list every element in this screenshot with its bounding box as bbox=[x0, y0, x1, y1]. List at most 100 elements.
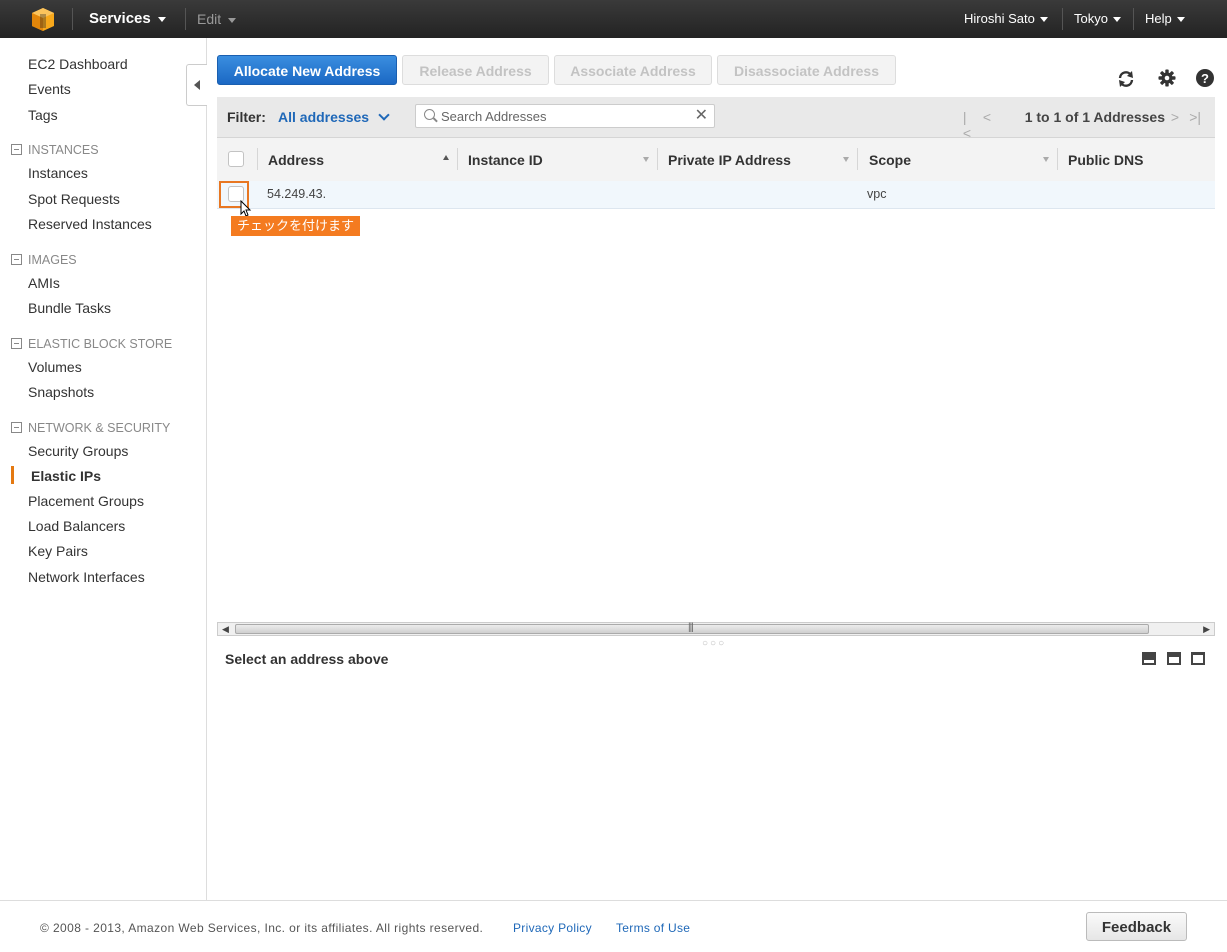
search-input[interactable] bbox=[441, 107, 691, 125]
release-address-button[interactable]: Release Address bbox=[402, 55, 549, 85]
scroll-left-icon[interactable]: ◀ bbox=[222, 623, 229, 635]
pane-resize-handle[interactable]: ○○○ bbox=[702, 638, 726, 649]
footer: © 2008 - 2013, Amazon Web Services, Inc.… bbox=[0, 900, 1227, 952]
sidebar-item-events[interactable]: Events bbox=[28, 81, 71, 97]
sort-icon[interactable] bbox=[643, 157, 649, 162]
clear-search-icon[interactable]: ✕ bbox=[695, 107, 708, 125]
column-header-address[interactable]: Address bbox=[268, 152, 324, 168]
last-page-icon[interactable]: >| bbox=[1189, 109, 1201, 125]
search-icon bbox=[424, 109, 435, 120]
annotation-callout: チェックを付けます bbox=[231, 216, 361, 236]
associate-address-button[interactable]: Associate Address bbox=[554, 55, 712, 85]
sidebar-item-load-balancers[interactable]: Load Balancers bbox=[28, 518, 125, 534]
help-icon[interactable]: ? bbox=[1195, 68, 1215, 88]
sort-ascending-icon[interactable] bbox=[443, 155, 449, 160]
chevron-down-icon bbox=[1039, 17, 1048, 23]
sidebar-section-instances[interactable]: INSTANCES bbox=[11, 143, 99, 157]
next-page-icon[interactable]: > bbox=[1171, 109, 1179, 125]
column-divider bbox=[457, 148, 458, 170]
services-menu[interactable]: Services bbox=[89, 0, 166, 38]
detail-pane-message: Select an address above bbox=[225, 651, 389, 667]
sidebar-item-ec2-dashboard[interactable]: EC2 Dashboard bbox=[28, 56, 128, 72]
user-menu[interactable]: Hiroshi Sato bbox=[964, 0, 1048, 38]
sidebar-item-reserved-instances[interactable]: Reserved Instances bbox=[28, 216, 152, 232]
sidebar-item-snapshots[interactable]: Snapshots bbox=[28, 384, 94, 400]
top-navigation-bar: Services Edit Hiroshi Sato Tokyo Help bbox=[0, 0, 1227, 38]
refresh-icon[interactable] bbox=[1116, 69, 1136, 89]
select-all-checkbox[interactable] bbox=[228, 151, 244, 167]
sort-icon[interactable] bbox=[843, 157, 849, 162]
sidebar-item-instances[interactable]: Instances bbox=[28, 165, 88, 181]
filter-bar: Filter: All addresses ✕ |< < 1 to 1 of 1… bbox=[217, 97, 1215, 141]
sidebar-item-spot-requests[interactable]: Spot Requests bbox=[28, 191, 120, 207]
sort-icon[interactable] bbox=[1043, 157, 1049, 162]
user-name: Hiroshi Sato bbox=[964, 11, 1035, 26]
first-page-icon[interactable]: |< bbox=[963, 109, 971, 141]
section-title: IMAGES bbox=[28, 253, 77, 267]
column-header-instance-id[interactable]: Instance ID bbox=[468, 152, 543, 168]
column-header-scope[interactable]: Scope bbox=[869, 152, 911, 168]
chevron-down-icon bbox=[1112, 17, 1121, 23]
sidebar-item-network-interfaces[interactable]: Network Interfaces bbox=[28, 569, 145, 585]
sidebar-item-tags[interactable]: Tags bbox=[28, 107, 58, 123]
sidebar-item-placement-groups[interactable]: Placement Groups bbox=[28, 493, 144, 509]
sidebar-item-amis[interactable]: AMIs bbox=[28, 275, 60, 291]
cell-scope: vpc bbox=[867, 187, 887, 201]
pane-layout-full-icon[interactable] bbox=[1191, 652, 1205, 665]
collapse-sidebar-button[interactable] bbox=[186, 64, 207, 106]
nav-divider bbox=[1062, 8, 1063, 30]
filter-dropdown[interactable]: All addresses bbox=[278, 109, 369, 125]
aws-cube-icon[interactable] bbox=[30, 6, 56, 32]
collapse-section-icon bbox=[11, 144, 22, 155]
cell-address: 54.249.43. bbox=[267, 187, 327, 201]
scroll-right-icon[interactable]: ▶ bbox=[1203, 623, 1210, 635]
edit-menu[interactable]: Edit bbox=[197, 0, 237, 38]
privacy-policy-link[interactable]: Privacy Policy bbox=[513, 921, 592, 935]
sidebar-item-bundle-tasks[interactable]: Bundle Tasks bbox=[28, 300, 111, 316]
help-menu[interactable]: Help bbox=[1145, 0, 1185, 38]
svg-text:?: ? bbox=[1201, 71, 1209, 86]
column-divider bbox=[657, 148, 658, 170]
pane-layout-bottom-icon[interactable] bbox=[1142, 652, 1156, 665]
chevron-down-icon bbox=[157, 16, 166, 22]
region-menu[interactable]: Tokyo bbox=[1074, 0, 1121, 38]
sidebar-item-key-pairs[interactable]: Key Pairs bbox=[28, 543, 88, 559]
section-title: NETWORK & SECURITY bbox=[28, 421, 171, 435]
filter-label: Filter: bbox=[227, 109, 266, 125]
section-title: ELASTIC BLOCK STORE bbox=[28, 337, 173, 351]
sidebar-section-network-security[interactable]: NETWORK & SECURITY bbox=[11, 421, 170, 435]
chevron-down-icon[interactable] bbox=[378, 109, 390, 121]
chevron-down-icon bbox=[228, 17, 237, 23]
sidebar-item-volumes[interactable]: Volumes bbox=[28, 359, 82, 375]
sidebar-section-elastic-block-store[interactable]: ELASTIC BLOCK STORE bbox=[11, 337, 172, 351]
collapse-section-icon bbox=[11, 338, 22, 349]
column-header-private-ip[interactable]: Private IP Address bbox=[668, 152, 791, 168]
chevron-down-icon bbox=[1176, 17, 1185, 23]
collapse-section-icon bbox=[11, 254, 22, 265]
edit-label: Edit bbox=[197, 11, 222, 27]
services-label: Services bbox=[89, 10, 151, 27]
disassociate-address-button[interactable]: Disassociate Address bbox=[717, 55, 896, 85]
scrollbar-thumb[interactable]: ||| bbox=[235, 622, 1149, 634]
terms-of-use-link[interactable]: Terms of Use bbox=[616, 921, 690, 935]
column-header-public-dns[interactable]: Public DNS bbox=[1068, 152, 1143, 168]
horizontal-scrollbar[interactable]: ◀ ||| ▶ bbox=[217, 622, 1215, 636]
table-row[interactable]: 54.249.43. vpc bbox=[217, 181, 1215, 209]
active-item-indicator bbox=[11, 466, 14, 484]
feedback-button[interactable]: Feedback bbox=[1086, 912, 1187, 941]
copyright-text: © 2008 - 2013, Amazon Web Services, Inc.… bbox=[40, 921, 484, 935]
allocate-new-address-button[interactable]: Allocate New Address bbox=[217, 55, 397, 85]
pane-layout-half-icon[interactable] bbox=[1167, 652, 1181, 665]
sidebar-section-images[interactable]: IMAGES bbox=[11, 253, 77, 267]
gear-icon[interactable] bbox=[1157, 68, 1177, 88]
pagination-count: 1 to 1 of 1 Addresses bbox=[1024, 109, 1165, 125]
collapse-section-icon bbox=[11, 422, 22, 433]
section-title: INSTANCES bbox=[28, 143, 99, 157]
sidebar-item-security-groups[interactable]: Security Groups bbox=[28, 443, 128, 459]
previous-page-icon[interactable]: < bbox=[983, 109, 991, 125]
sidebar-item-elastic-ips[interactable]: Elastic IPs bbox=[31, 468, 101, 484]
column-divider bbox=[857, 148, 858, 170]
help-label: Help bbox=[1145, 11, 1172, 26]
column-divider bbox=[257, 148, 258, 170]
nav-divider bbox=[1133, 8, 1134, 30]
